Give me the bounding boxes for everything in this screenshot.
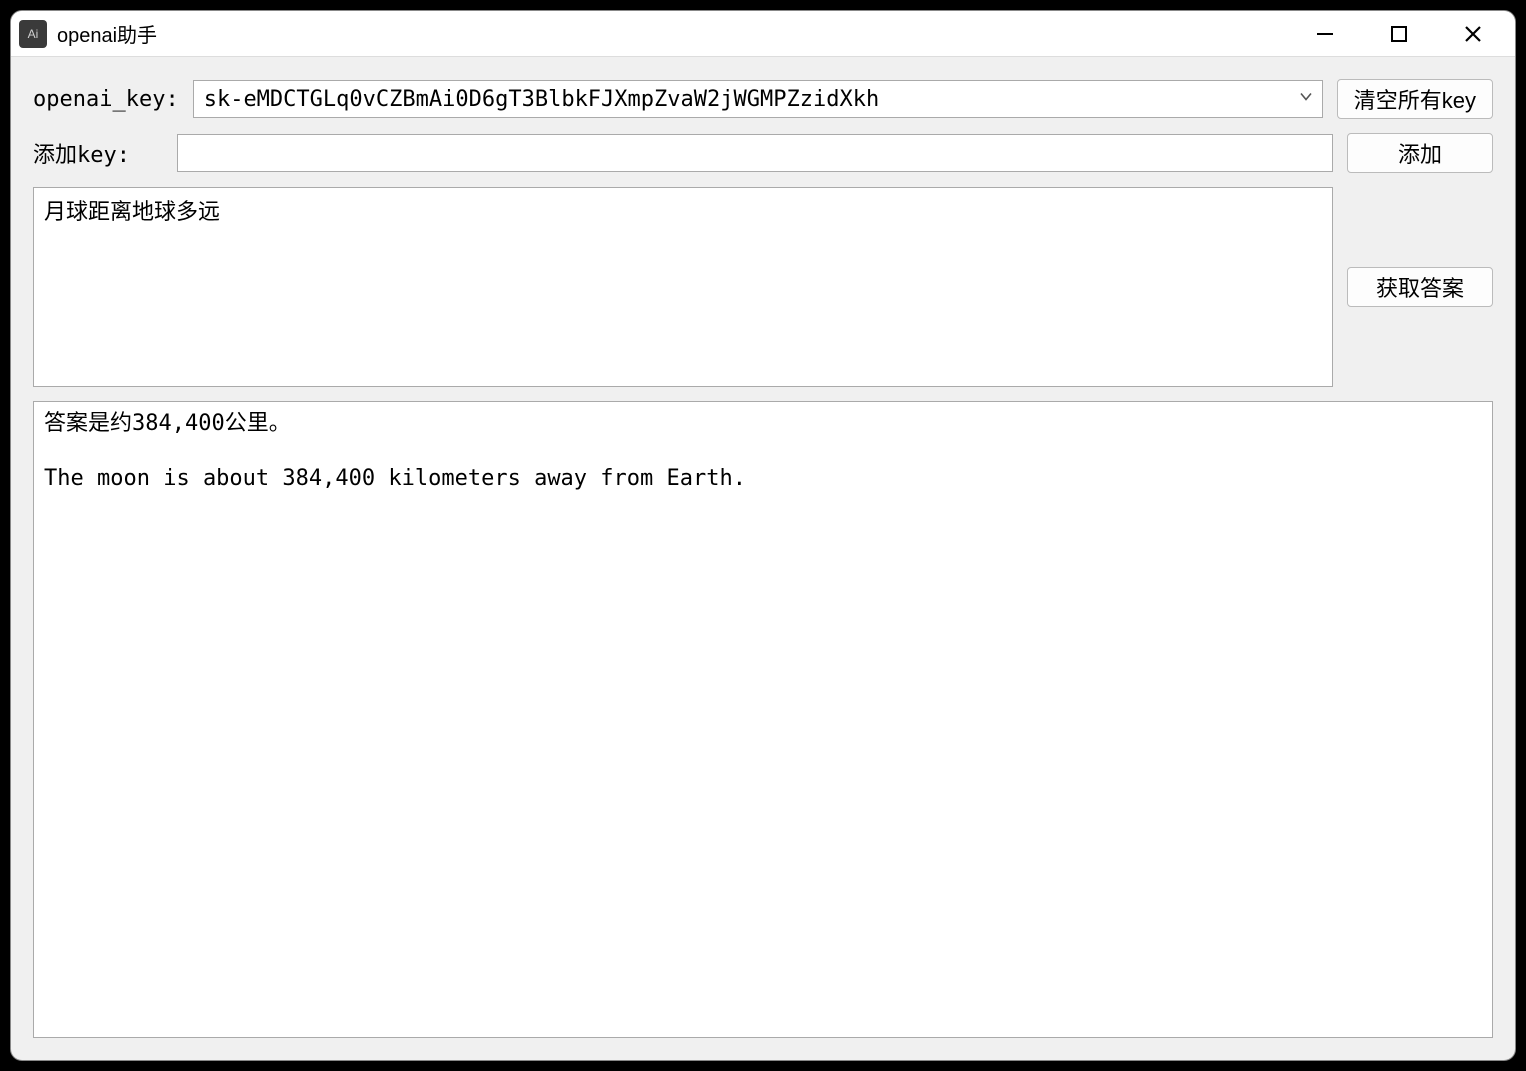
openai-key-select[interactable]: sk-eMDCTGLq0vCZBmAi0D6gT3BlbkFJXmpZvaW2j… [193,80,1323,118]
get-answer-column: 获取答案 [1347,267,1493,307]
add-key-input[interactable] [177,134,1333,172]
window-title: openai助手 [57,19,1301,48]
answer-output[interactable]: 答案是约384,400公里。 The moon is about 384,400… [33,401,1493,1038]
close-icon [1464,25,1482,43]
titlebar: Ai openai助手 [11,11,1515,57]
minimize-button[interactable] [1301,16,1349,52]
get-answer-button[interactable]: 获取答案 [1347,267,1493,307]
clear-all-keys-button[interactable]: 清空所有key [1337,79,1493,119]
openai-key-combo[interactable]: sk-eMDCTGLq0vCZBmAi0D6gT3BlbkFJXmpZvaW2j… [193,80,1323,118]
app-icon: Ai [19,20,47,48]
maximize-icon [1390,25,1408,43]
maximize-button[interactable] [1375,16,1423,52]
add-key-row: 添加key: 添加 [33,133,1493,173]
window-controls [1301,16,1505,52]
question-row: 获取答案 [33,187,1493,387]
question-input[interactable] [33,187,1333,387]
add-button[interactable]: 添加 [1347,133,1493,173]
openai-key-row: openai_key: sk-eMDCTGLq0vCZBmAi0D6gT3Blb… [33,79,1493,119]
add-key-label: 添加key: [33,137,163,169]
close-button[interactable] [1449,16,1497,52]
content-area: openai_key: sk-eMDCTGLq0vCZBmAi0D6gT3Blb… [11,57,1515,1060]
minimize-icon [1316,25,1334,43]
app-window: Ai openai助手 openai_key: sk-eMDCTGLq0vCZB… [10,10,1516,1061]
openai-key-label: openai_key: [33,87,179,112]
